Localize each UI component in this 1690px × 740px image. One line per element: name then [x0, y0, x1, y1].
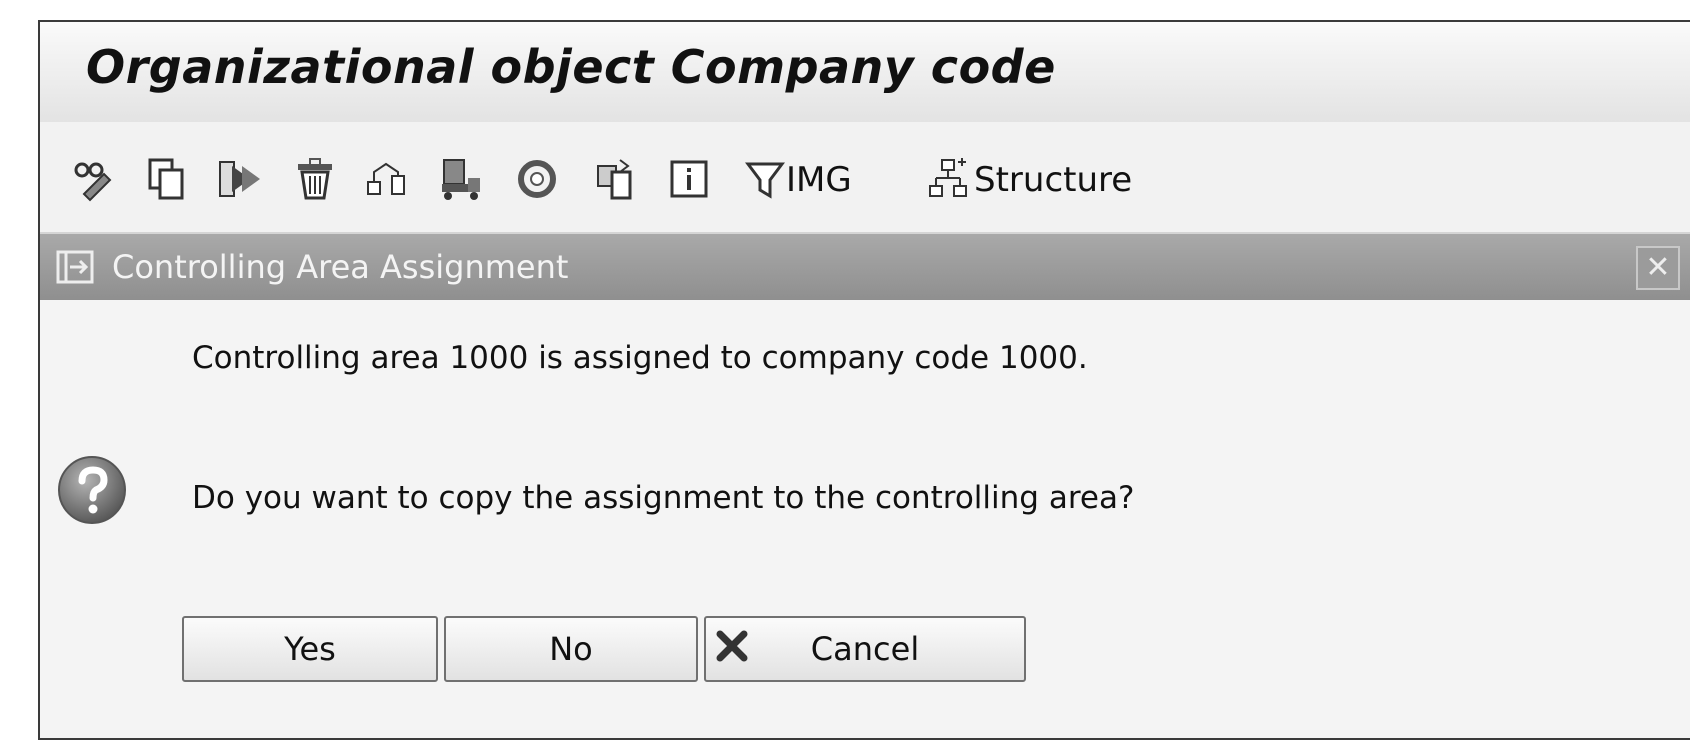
application-toolbar: IMG Structure — [40, 122, 1690, 234]
glasses-edit-icon[interactable] — [70, 156, 116, 202]
yes-button-label: Yes — [284, 630, 336, 668]
dialog-header: Controlling Area Assignment ✕ — [40, 234, 1690, 300]
img-filter-icon[interactable] — [742, 156, 788, 202]
cancel-button[interactable]: Cancel — [704, 616, 1026, 682]
dialog-window-icon — [56, 248, 96, 286]
copy-as-icon[interactable] — [216, 156, 262, 202]
check-dependencies-icon[interactable] — [364, 156, 410, 202]
export-icon[interactable] — [594, 156, 640, 202]
cancel-button-label: Cancel — [810, 630, 920, 668]
copy-icon[interactable] — [144, 156, 190, 202]
img-button[interactable]: IMG — [786, 160, 852, 200]
title-bar: Organizational object Company code — [40, 22, 1690, 122]
help-icon[interactable] — [514, 156, 560, 202]
dialog-body: Controlling area 1000 is assigned to com… — [40, 300, 1690, 738]
yes-button[interactable]: Yes — [182, 616, 438, 682]
cancel-x-icon — [714, 628, 750, 664]
info-icon[interactable] — [666, 156, 712, 202]
dialog-close-button[interactable]: ✕ — [1636, 246, 1680, 290]
dialog-title: Controlling Area Assignment — [112, 248, 569, 286]
delete-icon[interactable] — [292, 156, 338, 202]
dialog-message-question: Do you want to copy the assignment to th… — [192, 480, 1135, 516]
dialog-message-info: Controlling area 1000 is assigned to com… — [192, 340, 1088, 376]
no-button-label: No — [549, 630, 593, 668]
page-title: Organizational object Company code — [86, 40, 1056, 94]
structure-icon[interactable] — [926, 156, 972, 202]
structure-button[interactable]: Structure — [974, 160, 1132, 200]
sap-window: Organizational object Company code IMG S… — [38, 20, 1690, 740]
no-button[interactable]: No — [444, 616, 698, 682]
transport-icon[interactable] — [438, 156, 484, 202]
question-icon — [56, 454, 128, 526]
